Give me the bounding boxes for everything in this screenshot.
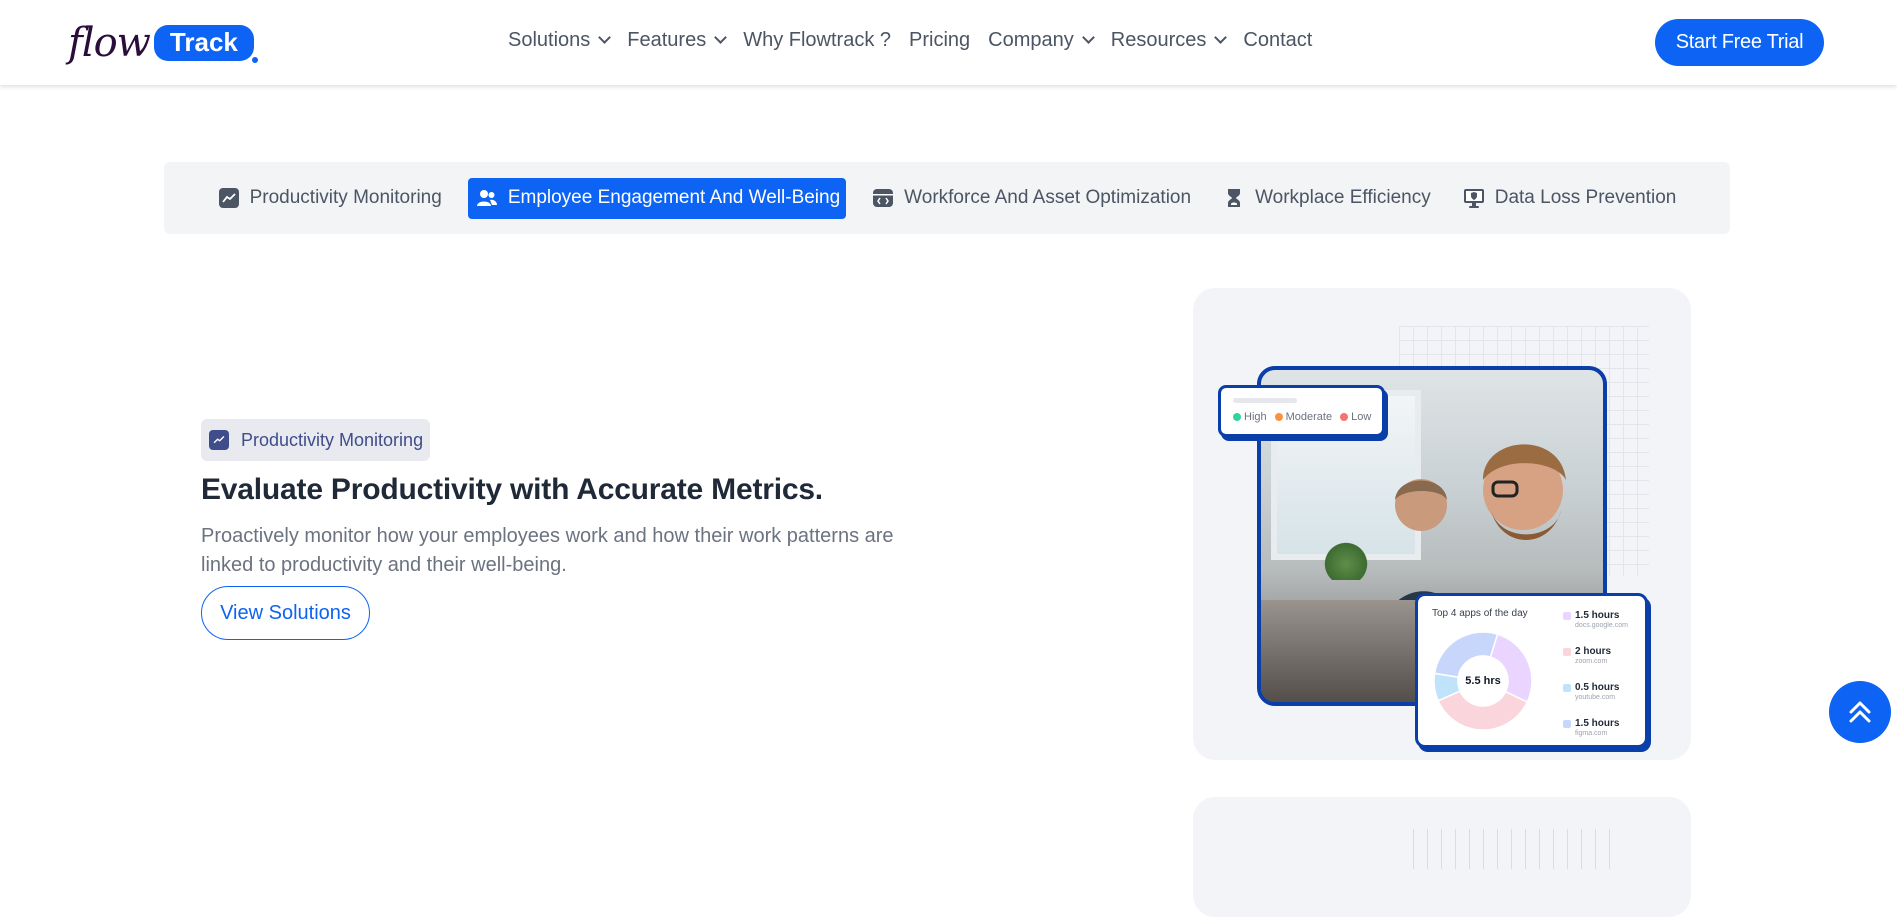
tab-label: Productivity Monitoring — [249, 187, 442, 208]
nav-company-label: Company — [988, 29, 1074, 51]
nav-pricing[interactable]: Pricing — [909, 29, 970, 52]
tab-workplace-efficiency[interactable]: Workplace Efficiency — [1217, 178, 1437, 219]
top-apps-card: Top 4 apps of the day 5.5 hrs 1.5 hours d… — [1415, 593, 1648, 748]
start-free-trial-button[interactable]: Start Free Trial — [1655, 19, 1824, 66]
chart-trend-icon — [218, 187, 240, 209]
nav-contact[interactable]: Contact — [1243, 29, 1312, 52]
nav-resources[interactable]: Resources — [1110, 29, 1228, 52]
nav-solutions-label: Solutions — [508, 29, 591, 51]
section-description: Proactively monitor how your employees w… — [201, 525, 894, 576]
nav-why-flowtrack[interactable]: Why Flowtrack ? — [743, 29, 891, 52]
grid-pattern — [1413, 829, 1613, 869]
double-chevron-up-icon — [1849, 701, 1871, 723]
chevron-down-icon — [598, 31, 612, 44]
tab-label: Data Loss Prevention — [1494, 187, 1677, 208]
monitor-shield-icon — [1463, 187, 1485, 209]
nav-company[interactable]: Company — [988, 29, 1095, 52]
legend-dot-icon — [1233, 413, 1241, 421]
productivity-legend-card: High Moderate Low — [1218, 385, 1385, 437]
tab-label: Workplace Efficiency — [1255, 187, 1431, 208]
app-hours: 0.5 hours — [1575, 682, 1620, 693]
tab-employee-engagement[interactable]: Employee Engagement And Well-Being — [467, 177, 847, 219]
app-hours: 1.5 hours — [1575, 718, 1620, 729]
legend-dot-icon — [1274, 413, 1283, 421]
legend-dot-icon — [1340, 413, 1349, 421]
chevron-down-icon — [1214, 31, 1228, 44]
apps-list: 1.5 hours docs.google.com 2 hours zoom.com… — [1563, 610, 1628, 738]
nav-contact-label: Contact — [1243, 29, 1313, 51]
legend-items: High Moderate Low — [1233, 411, 1371, 423]
tab-data-loss-prevention[interactable]: Data Loss Prevention — [1457, 178, 1683, 219]
legend-label: High — [1244, 411, 1267, 423]
top-apps-title: Top 4 apps of the day — [1432, 608, 1528, 619]
legend-high: High — [1233, 411, 1267, 423]
site-header: flow Track Solutions Features Why Flowtr… — [0, 0, 1897, 85]
main-nav: Solutions Features Why Flowtrack ? Prici… — [508, 29, 1312, 52]
chart-trend-icon — [209, 430, 229, 450]
logo-track-badge: Track — [153, 25, 258, 63]
nav-solutions[interactable]: Solutions — [508, 29, 612, 52]
app-swatch — [1563, 648, 1571, 656]
legend-label: Low — [1351, 411, 1372, 423]
nav-pricing-label: Pricing — [909, 29, 971, 51]
app-hours: 2 hours — [1575, 646, 1612, 657]
view-solutions-button[interactable]: View Solutions — [201, 586, 370, 640]
tab-label: Workforce And Asset Optimization — [904, 187, 1192, 208]
tab-label: Employee Engagement And Well-Being — [507, 187, 841, 208]
chevron-down-icon — [1081, 31, 1095, 44]
app-row: 1.5 hours figma.com — [1563, 718, 1628, 738]
app-hours: 1.5 hours — [1575, 610, 1620, 621]
nav-why-flowtrack-label: Why Flowtrack ? — [743, 29, 892, 51]
app-swatch — [1563, 720, 1571, 728]
app-swatch — [1563, 684, 1571, 692]
app-site: figma.com — [1575, 730, 1608, 737]
chevron-down-icon — [714, 31, 728, 44]
scroll-to-top-button[interactable] — [1829, 681, 1891, 743]
legend-low: Low — [1340, 411, 1371, 423]
app-row: 2 hours zoom.com — [1563, 646, 1628, 666]
hourglass-icon — [1223, 187, 1245, 209]
tab-workforce-asset-optimization[interactable]: Workforce And Asset Optimization — [866, 178, 1197, 219]
legend-placeholder-bar — [1233, 398, 1297, 403]
logo-flow-text: flow — [68, 20, 151, 66]
app-row: 0.5 hours youtube.com — [1563, 682, 1628, 702]
tab-productivity-monitoring[interactable]: Productivity Monitoring — [212, 178, 448, 219]
next-illustration-card — [1193, 797, 1691, 917]
donut-total: 5.5 hrs — [1465, 675, 1501, 687]
legend-label: Moderate — [1285, 411, 1333, 423]
nav-resources-label: Resources — [1110, 29, 1207, 51]
legend-moderate: Moderate — [1274, 411, 1333, 423]
solution-tabs: Productivity Monitoring Employee Engagem… — [164, 162, 1730, 234]
code-window-icon — [872, 187, 894, 209]
flowtrack-logo[interactable]: flow Track — [68, 19, 258, 67]
app-swatch — [1563, 612, 1571, 620]
app-site: zoom.com — [1575, 658, 1608, 665]
nav-features-label: Features — [627, 29, 707, 51]
app-row: 1.5 hours docs.google.com — [1563, 610, 1628, 630]
illustration-card: High Moderate Low Top 4 apps of the day … — [1193, 288, 1691, 760]
section-headline: Evaluate Productivity with Accurate Metr… — [201, 473, 823, 506]
users-icon — [476, 187, 498, 209]
category-pill: Productivity Monitoring — [201, 419, 431, 461]
app-site: youtube.com — [1575, 694, 1616, 701]
app-site: docs.google.com — [1575, 622, 1628, 629]
nav-features[interactable]: Features — [627, 29, 728, 52]
category-pill-label: Productivity Monitoring — [241, 429, 424, 450]
